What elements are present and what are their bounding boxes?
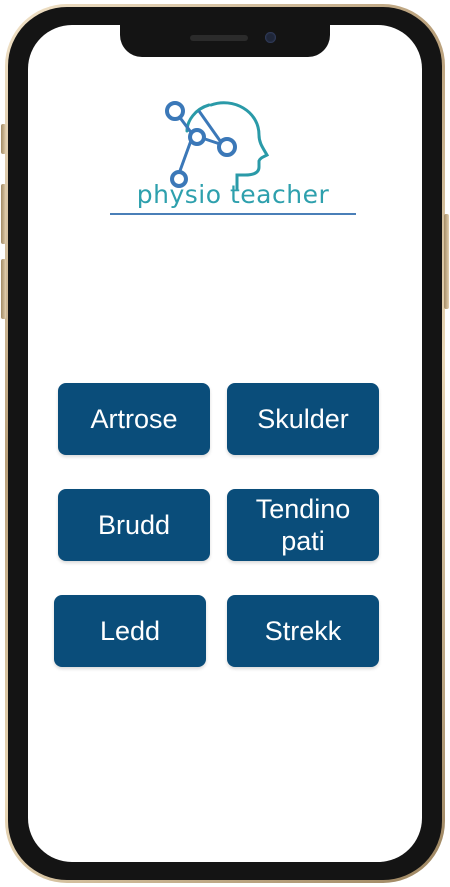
topic-button-artrose[interactable]: Artrose: [58, 383, 210, 455]
head-network-icon: [165, 101, 270, 191]
speaker-grille: [190, 35, 248, 41]
app-screen: physio teacher Artrose Skulder Brudd Ten…: [28, 25, 422, 862]
topic-button-brudd[interactable]: Brudd: [58, 489, 210, 561]
topic-button-ledd[interactable]: Ledd: [54, 595, 206, 667]
phone-frame: physio teacher Artrose Skulder Brudd Ten…: [1, 4, 449, 883]
logo-underline: [110, 213, 356, 215]
power-button: [444, 214, 449, 309]
volume-down-button: [1, 259, 6, 319]
app-logo: physio teacher: [28, 85, 422, 235]
mute-switch: [1, 124, 6, 154]
front-camera: [265, 32, 276, 43]
volume-up-button: [1, 184, 6, 244]
phone-notch: [120, 25, 330, 57]
topic-button-strekk[interactable]: Strekk: [227, 595, 379, 667]
logo-text: physio teacher: [136, 180, 330, 209]
phone-bezel: physio teacher Artrose Skulder Brudd Ten…: [8, 7, 442, 880]
topic-button-skulder[interactable]: Skulder: [227, 383, 379, 455]
topic-button-tendinopati[interactable]: Tendinopati: [227, 489, 379, 561]
